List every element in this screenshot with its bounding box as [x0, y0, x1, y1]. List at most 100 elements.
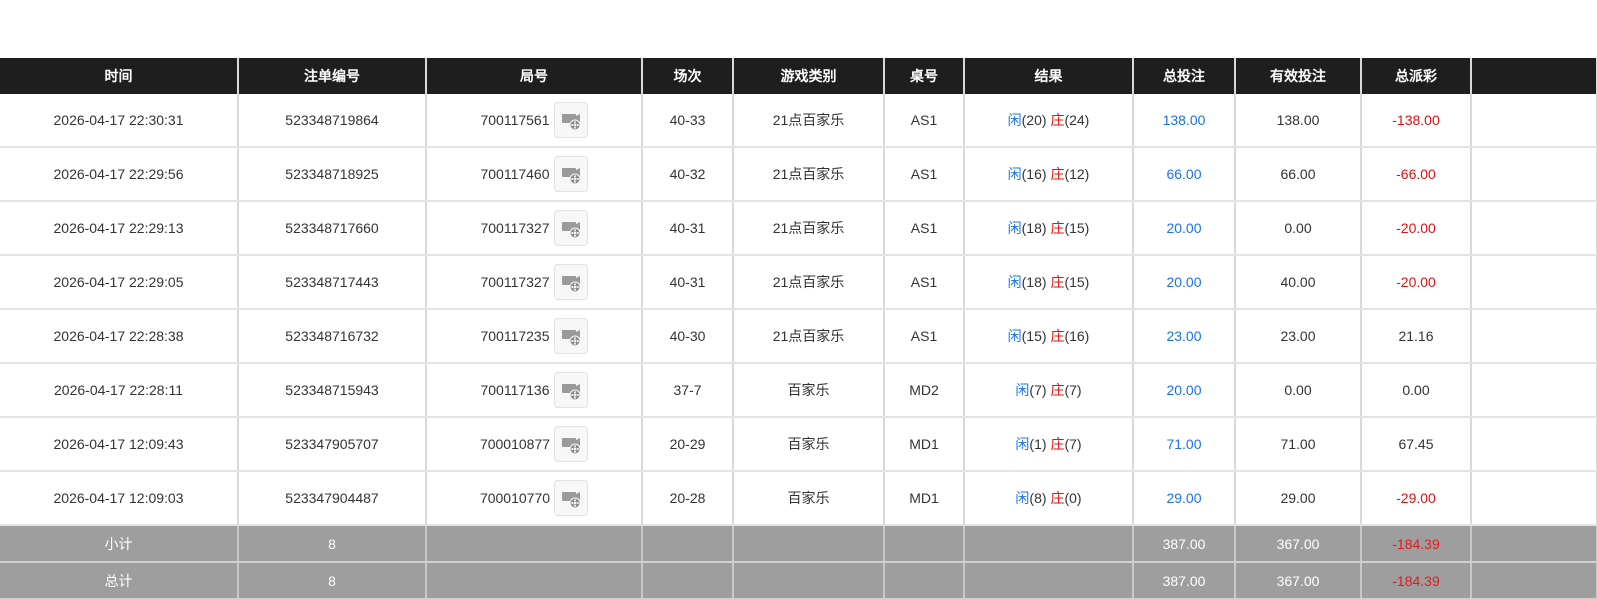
cell-game-type: 百家乐 [733, 363, 885, 418]
round-number: 700117460 [480, 166, 550, 182]
player-score: (1) [1029, 436, 1047, 452]
cell-table-no: MD1 [884, 471, 965, 526]
bet-history-container: 时间 注单编号 局号 场次 游戏类别 桌号 结果 总投注 有效投注 总派彩 20… [0, 58, 1597, 600]
banker-score: (15) [1064, 274, 1090, 290]
cell-game-type: 21点百家乐 [733, 201, 885, 256]
cell-total-bet: 20.00 [1133, 201, 1236, 256]
cell-table-no: MD2 [884, 363, 965, 418]
banker-score: (24) [1064, 112, 1090, 128]
player-label: 闲 [1007, 274, 1022, 290]
player-label: 闲 [1007, 112, 1022, 128]
table-row: 2026-04-17 12:09:03 523347904487 700010770… [0, 471, 1597, 526]
cell-payout: -66.00 [1361, 147, 1472, 202]
table-row: 2026-04-17 12:09:43 523347905707 700010877… [0, 417, 1597, 472]
cell-session: 40-32 [642, 147, 734, 202]
cell-valid-bet: 138.00 [1235, 94, 1362, 148]
film-reel-icon[interactable] [553, 372, 588, 408]
table-row: 2026-04-17 22:30:31 523348719864 700117561… [0, 94, 1597, 148]
banker-label: 庄 [1050, 166, 1065, 182]
cell-table-no: AS1 [884, 201, 965, 256]
round-number: 700117327 [480, 274, 550, 290]
cell-time: 2026-04-17 12:09:03 [0, 471, 239, 526]
cell-game-type: 21点百家乐 [733, 309, 885, 364]
header-time: 时间 [0, 58, 239, 94]
cell-time: 2026-04-17 22:28:38 [0, 309, 239, 364]
cell-table-no: AS1 [884, 94, 965, 148]
cell-total-bet: 23.00 [1133, 309, 1236, 364]
cell-table-no: AS1 [884, 309, 965, 364]
cell-payout: -20.00 [1361, 255, 1472, 310]
header-total-bet: 总投注 [1133, 58, 1236, 94]
cell-payout: -138.00 [1361, 94, 1472, 148]
cell-result: 闲(15) 庄(16) [964, 309, 1134, 364]
total-valid-bet: 367.00 [1235, 562, 1362, 600]
film-reel-icon[interactable] [553, 156, 588, 192]
round-number: 700117561 [480, 112, 550, 128]
cell-result: 闲(1) 庄(7) [964, 417, 1134, 472]
cell-round: 700117235 [426, 309, 643, 364]
film-reel-icon[interactable] [553, 318, 588, 354]
film-reel-icon[interactable] [554, 480, 589, 516]
cell-session: 20-28 [642, 471, 734, 526]
cell-game-type: 百家乐 [733, 417, 885, 472]
banker-label: 庄 [1050, 328, 1065, 344]
cell-round: 700117327 [426, 201, 643, 256]
cell-round: 700117460 [426, 147, 643, 202]
cell-extra [1471, 201, 1597, 256]
cell-extra [1471, 417, 1597, 472]
table-row: 2026-04-17 22:28:11 523348715943 700117136… [0, 363, 1597, 418]
cell-round: 700117136 [426, 363, 643, 418]
player-label: 闲 [1015, 382, 1030, 398]
cell-bet-id: 523348719864 [238, 94, 427, 148]
player-score: (15) [1021, 328, 1047, 344]
player-label: 闲 [1007, 166, 1022, 182]
banker-label: 庄 [1050, 382, 1065, 398]
cell-time: 2026-04-17 12:09:43 [0, 417, 239, 472]
banker-label: 庄 [1050, 436, 1065, 452]
cell-time: 2026-04-17 22:29:05 [0, 255, 239, 310]
cell-session: 20-29 [642, 417, 734, 472]
total-total-bet: 387.00 [1133, 562, 1236, 600]
cell-result: 闲(16) 庄(12) [964, 147, 1134, 202]
table-row: 2026-04-17 22:29:13 523348717660 700117327… [0, 201, 1597, 256]
subtotal-count: 8 [238, 525, 427, 563]
total-count: 8 [238, 562, 427, 600]
film-reel-icon[interactable] [553, 210, 588, 246]
header-session: 场次 [642, 58, 734, 94]
subtotal-total-bet: 387.00 [1133, 525, 1236, 563]
cell-round: 700010770 [426, 471, 643, 526]
total-row: 总计 8 387.00 367.00 -184.39 [0, 562, 1597, 600]
cell-table-no: AS1 [884, 147, 965, 202]
player-score: (18) [1021, 274, 1047, 290]
cell-valid-bet: 29.00 [1235, 471, 1362, 526]
player-label: 闲 [1015, 490, 1030, 506]
cell-bet-id: 523348715943 [238, 363, 427, 418]
player-score: (16) [1021, 166, 1047, 182]
banker-score: (16) [1064, 328, 1090, 344]
cell-payout: 0.00 [1361, 363, 1472, 418]
total-label: 总计 [0, 562, 239, 600]
cell-table-no: AS1 [884, 255, 965, 310]
banker-score: (0) [1064, 490, 1082, 506]
banker-label: 庄 [1050, 220, 1065, 236]
header-bet-id: 注单编号 [238, 58, 427, 94]
cell-result: 闲(20) 庄(24) [964, 94, 1134, 148]
player-label: 闲 [1015, 436, 1030, 452]
film-reel-icon[interactable] [553, 264, 588, 300]
cell-game-type: 21点百家乐 [733, 147, 885, 202]
subtotal-payout: -184.39 [1361, 525, 1472, 563]
film-reel-icon[interactable] [553, 102, 588, 138]
table-header-row: 时间 注单编号 局号 场次 游戏类别 桌号 结果 总投注 有效投注 总派彩 [0, 58, 1597, 94]
bet-history-table: 时间 注单编号 局号 场次 游戏类别 桌号 结果 总投注 有效投注 总派彩 20… [0, 58, 1597, 600]
cell-extra [1471, 309, 1597, 364]
cell-round: 700117327 [426, 255, 643, 310]
banker-label: 庄 [1050, 490, 1065, 506]
cell-result: 闲(8) 庄(0) [964, 471, 1134, 526]
film-reel-icon[interactable] [554, 426, 589, 462]
cell-result: 闲(18) 庄(15) [964, 255, 1134, 310]
cell-extra [1471, 94, 1597, 148]
cell-session: 40-33 [642, 94, 734, 148]
cell-session: 37-7 [642, 363, 734, 418]
player-label: 闲 [1007, 220, 1022, 236]
cell-valid-bet: 66.00 [1235, 147, 1362, 202]
